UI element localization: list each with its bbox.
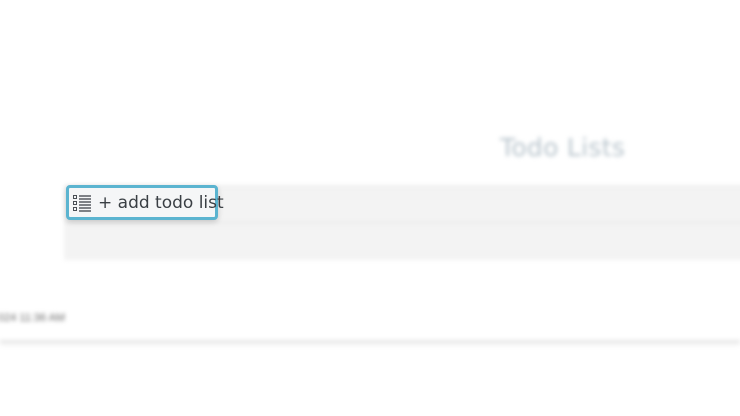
timestamp: 024 11:36 AM — [0, 312, 66, 324]
footer-divider — [0, 340, 740, 343]
list-icon — [72, 193, 92, 213]
panel-divider — [64, 222, 740, 223]
page-title: Todo Lists — [500, 133, 626, 162]
add-todo-list-button[interactable]: + add todo list — [66, 185, 224, 220]
add-todo-list-label: + add todo list — [98, 192, 224, 213]
app-screen: Todo Lists 024 11:36 AM + add todo list — [0, 0, 740, 416]
